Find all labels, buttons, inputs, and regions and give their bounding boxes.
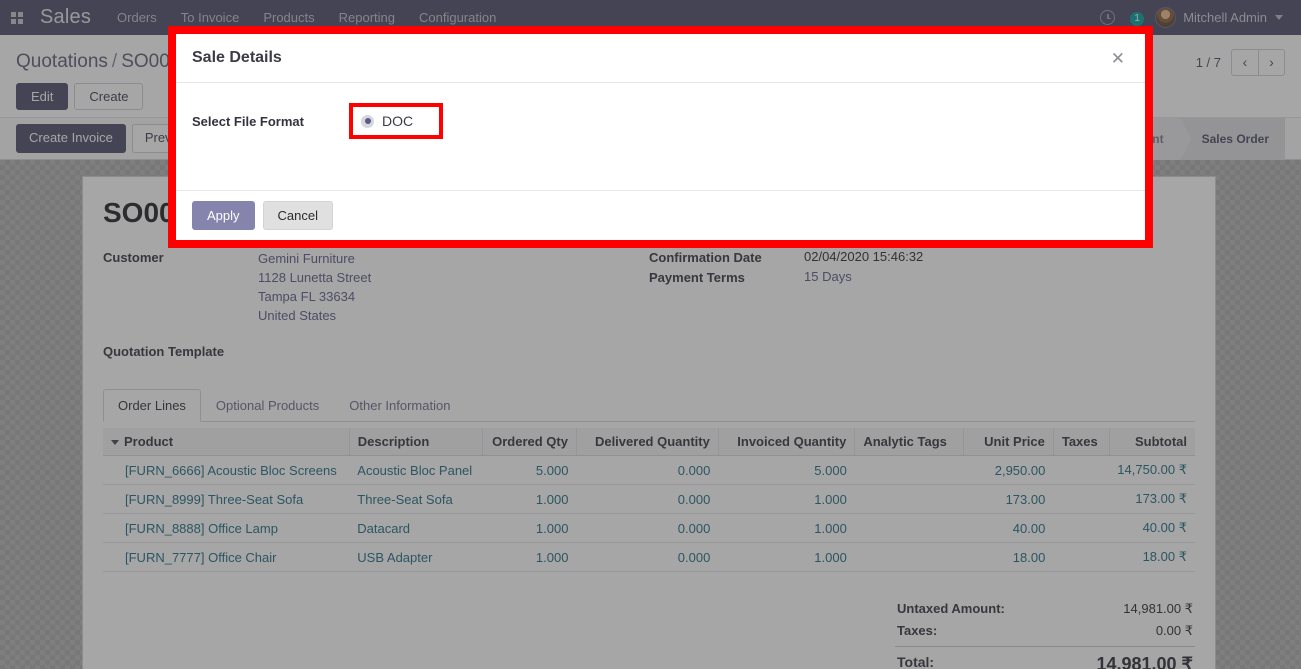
dialog-title: Sale Details bbox=[192, 49, 282, 66]
dialog-body: Select File Format DOC bbox=[176, 83, 1145, 190]
file-format-highlight: DOC bbox=[349, 103, 444, 139]
select-file-format-label: Select File Format bbox=[192, 113, 304, 129]
cancel-button[interactable]: Cancel bbox=[262, 201, 333, 230]
radio-option-doc[interactable]: DOC bbox=[361, 113, 413, 129]
radio-selected-icon[interactable] bbox=[361, 114, 374, 128]
close-icon[interactable]: ✕ bbox=[1107, 48, 1129, 69]
app-root: Sales Orders To Invoice Products Reporti… bbox=[0, 0, 1301, 669]
field-select-file-format: Select File Format DOC bbox=[192, 103, 1129, 139]
apply-button[interactable]: Apply bbox=[192, 201, 255, 230]
radio-option-doc-label: DOC bbox=[382, 113, 414, 129]
dialog-header: Sale Details ✕ bbox=[176, 34, 1145, 83]
dialog-footer: Apply Cancel bbox=[176, 190, 1145, 240]
sale-details-dialog: Sale Details ✕ Select File Format DOC Ap… bbox=[176, 34, 1145, 240]
